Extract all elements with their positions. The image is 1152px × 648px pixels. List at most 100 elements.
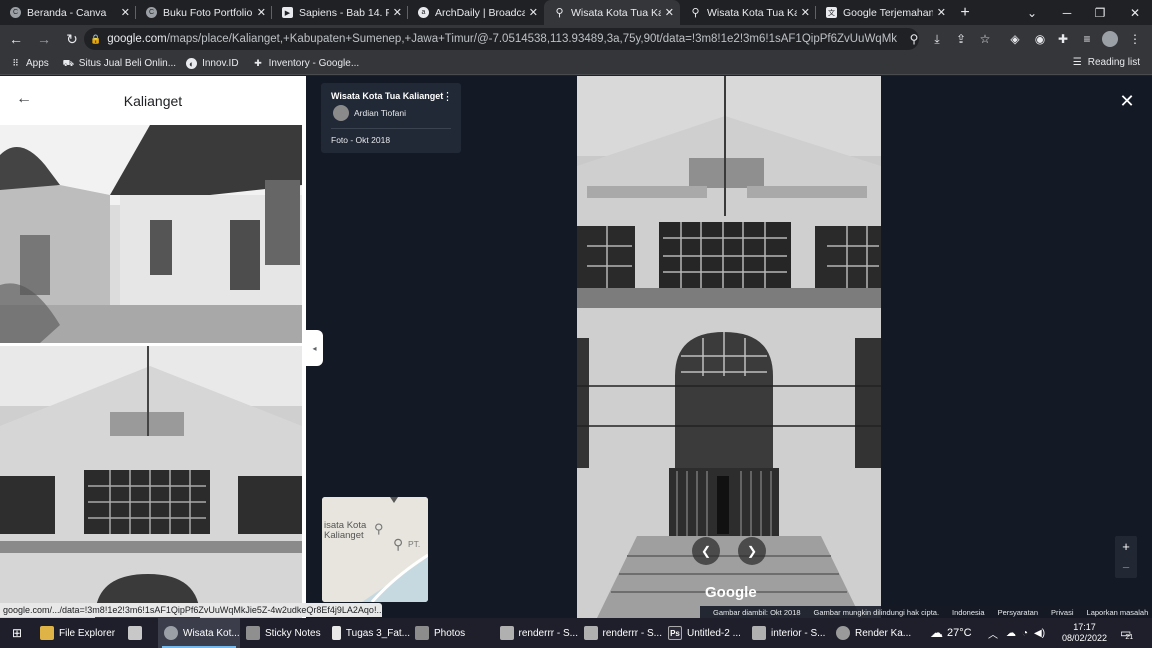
render-icon (836, 626, 850, 640)
maps-pin-icon: ⚲ (555, 7, 564, 19)
bookmark-apps[interactable]: ⠿ Apps (10, 58, 49, 69)
close-tab-icon[interactable]: ✕ (529, 6, 538, 19)
taskbar-photoshop[interactable]: Ps Untitled-2 ... (668, 618, 746, 648)
cloud-icon: ☁ (930, 625, 943, 640)
wifi-icon[interactable]: ◔ (1022, 628, 1028, 639)
onedrive-cloud-icon[interactable]: ☁ (1006, 628, 1016, 639)
canva-icon: C (10, 7, 21, 18)
footer-privacy-link[interactable]: Privasi (1051, 608, 1074, 617)
poi-pin-icon: ⚲ (393, 536, 404, 552)
reload-button[interactable]: ↻ (60, 27, 84, 51)
taskbar-sketchup-1[interactable]: renderrr - S... (500, 618, 578, 648)
photo-thumbnail-facade[interactable] (0, 346, 302, 618)
taskbar-tugas-doc[interactable]: Tugas 3_Fat... (332, 618, 410, 648)
taskbar-render[interactable]: Render Ka... (836, 618, 916, 648)
taskbar-sketchup-2[interactable]: renderrr - S... (584, 618, 662, 648)
back-button[interactable]: ← (4, 27, 28, 51)
tab-strip: C Beranda - Canva ✕ C Buku Foto Portfolio F… (0, 0, 1152, 25)
reading-list-label: Reading list (1087, 57, 1140, 68)
zoom-in-button[interactable]: + (1115, 536, 1137, 557)
collapse-panel-button[interactable]: ◂ (306, 330, 323, 366)
innov-icon: ◐ (186, 58, 198, 69)
reading-list-button[interactable]: ☰ Reading list (1073, 57, 1140, 68)
sketchup-icon (500, 626, 514, 640)
footer-terms-link[interactable]: Persyaratan (998, 608, 1038, 617)
profile-avatar[interactable] (1102, 31, 1118, 47)
notification-center[interactable]: ▭ 21 (1120, 618, 1133, 648)
tab-archdaily[interactable]: a ArchDaily | Broadcasti ✕ (408, 0, 544, 25)
taskbar-label: File Explorer (59, 627, 116, 639)
photo-author-name[interactable]: Ardian Tiofani (354, 108, 406, 118)
folder-icon (40, 626, 54, 640)
google-logo: Google (705, 584, 757, 601)
forward-button[interactable]: → (32, 27, 56, 51)
main-photo[interactable] (577, 76, 881, 618)
close-tab-icon[interactable]: ✕ (393, 6, 402, 19)
close-tab-icon[interactable]: ✕ (801, 6, 810, 19)
tab-wisata-kota-tua[interactable]: ⚲ Wisata Kota Tua Kalia ✕ (680, 0, 816, 25)
bookmark-inventory[interactable]: ✚ Inventory - Google... (253, 58, 359, 69)
bookmark-label: Apps (26, 58, 49, 69)
tab-canva-home[interactable]: C Beranda - Canva ✕ (0, 0, 136, 25)
volume-icon[interactable]: ◀) (1034, 628, 1045, 639)
tab-wisata-kota-tua-active[interactable]: ⚲ Wisata Kota Tua Kalia ✕ (544, 0, 680, 25)
facade-photo-image (0, 346, 302, 618)
tab-sapiens[interactable]: ▶ Sapiens - Bab 14. Pen ✕ (272, 0, 408, 25)
minimize-button[interactable]: ─ (1050, 0, 1084, 25)
zoom-out-button[interactable]: − (1115, 557, 1137, 578)
clock[interactable]: 17:17 08/02/2022 (1062, 618, 1107, 648)
bookmark-situs-jual-beli[interactable]: ⛟ Situs Jual Beli Onlin... (63, 58, 177, 70)
maximize-button[interactable]: ❐ (1083, 0, 1117, 25)
photo-thumbnail-houses[interactable] (0, 125, 302, 343)
close-tab-icon[interactable]: ✕ (257, 6, 266, 19)
weather-widget[interactable]: ☁ 27°C (930, 618, 972, 648)
previous-photo-button[interactable]: ❮ (692, 537, 720, 565)
photo-side-panel: ← Kalianget (0, 76, 306, 618)
close-viewer-button[interactable]: ✕ (1116, 90, 1138, 112)
tab-search-icon[interactable]: ⌄ (1015, 0, 1049, 25)
address-bar[interactable]: 🔒 google.com/maps/place/Kalianget,+Kabup… (84, 28, 919, 50)
taskbar-sketchup-interior[interactable]: interior - S... (752, 618, 830, 648)
media-control-icon[interactable]: ≡ (1078, 30, 1096, 48)
extension-badge-icon[interactable]: ◉ (1031, 30, 1049, 48)
tab-photo-portfolio[interactable]: C Buku Foto Portfolio F ✕ (136, 0, 272, 25)
lock-icon[interactable]: 🔒 (90, 34, 101, 45)
extensions-puzzle-icon[interactable]: ✚ (1054, 30, 1072, 48)
taskbar-sticky-notes[interactable]: Sticky Notes (246, 618, 326, 648)
close-tab-icon[interactable]: ✕ (121, 6, 130, 19)
chevron-up-icon[interactable]: ︿ (988, 626, 998, 641)
close-tab-icon[interactable]: ✕ (665, 6, 674, 19)
taskbar-chrome-wisata[interactable]: Wisata Kot... (158, 618, 240, 648)
taskbar-file-explorer[interactable]: File Explorer (40, 618, 124, 648)
main-photo-image (577, 76, 881, 618)
taskbar-label: renderrr - S... (518, 627, 578, 639)
photo-info-card: Wisata Kota Tua Kalianget ⋮ Ardian Tiofa… (321, 83, 461, 153)
minimap-poi-label: PT. (408, 539, 421, 549)
tab-title: Google Terjemahan (843, 6, 933, 19)
footer-region[interactable]: Indonesia (952, 608, 985, 617)
bookmark-star-icon[interactable]: ☆ (976, 30, 994, 48)
taskbar-photos[interactable]: Photos (415, 618, 485, 648)
extension-icon[interactable]: ◈ (1006, 30, 1024, 48)
author-avatar[interactable] (333, 105, 349, 121)
taskbar-label: Tugas 3_Fat... (345, 627, 410, 639)
install-app-icon[interactable]: ⤓ (928, 30, 946, 48)
footer-report-link[interactable]: Laporkan masalah (1087, 608, 1149, 617)
reading-list-icon: ☰ (1072, 57, 1082, 68)
more-options-icon[interactable]: ⋮ (442, 92, 453, 103)
tab-google-translate[interactable]: 文 Google Terjemahan ✕ (816, 0, 952, 25)
windows-start-icon[interactable]: ⊞ (0, 618, 34, 648)
map-pin-icon: ⚲ (374, 521, 384, 536)
close-window-button[interactable]: ✕ (1118, 0, 1152, 25)
location-pin-icon[interactable]: ⚲ (905, 30, 923, 48)
divider (331, 128, 451, 129)
bookmark-innov[interactable]: ◐ Innov.ID (186, 58, 239, 69)
menu-kebab-icon[interactable]: ⋮ (1126, 30, 1144, 48)
share-icon[interactable]: ⇪ (952, 30, 970, 48)
minimap[interactable]: isata Kota Kalianget ⚲ ⚲ PT. (322, 497, 428, 602)
taskbar-mail[interactable] (128, 618, 152, 648)
bookmark-label: Situs Jual Beli Onlin... (78, 58, 177, 69)
new-tab-button[interactable]: + (952, 0, 978, 25)
next-photo-button[interactable]: ❯ (738, 537, 766, 565)
close-tab-icon[interactable]: ✕ (937, 6, 946, 19)
